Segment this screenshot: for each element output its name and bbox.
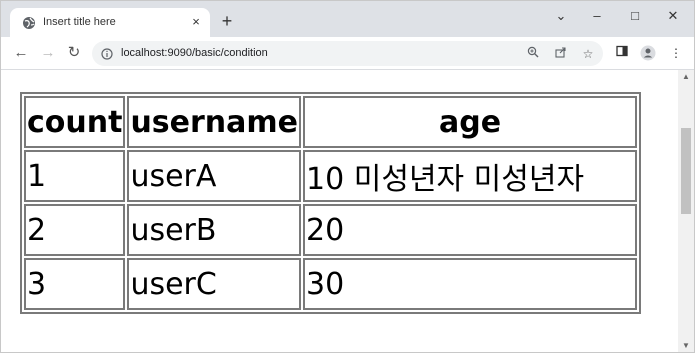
cell-username: userC	[127, 258, 302, 310]
scroll-down-icon[interactable]: ▼	[682, 341, 690, 350]
forward-icon: →	[40, 44, 56, 61]
close-window-button[interactable]: ✕	[661, 7, 685, 25]
scroll-up-icon[interactable]: ▲	[682, 72, 690, 81]
sidebar-icon[interactable]	[614, 45, 630, 61]
table-row: 1 userA 10 미성년자 미성년자	[24, 150, 638, 202]
cell-age: 30	[303, 258, 638, 310]
browser-window: Insert title here × + ⌄ – □ ✕ ← → ↻ loca…	[0, 0, 695, 353]
cell-age: 20	[303, 204, 638, 256]
zoom-icon[interactable]	[525, 46, 541, 62]
maximize-button[interactable]: □	[623, 7, 647, 25]
cell-count: 3	[24, 258, 126, 310]
reload-button[interactable]: ↻	[65, 44, 83, 62]
cell-username: userA	[127, 150, 302, 202]
new-tab-button[interactable]: +	[218, 12, 236, 30]
cell-count: 1	[24, 150, 126, 202]
back-icon: ←	[13, 44, 29, 61]
table-header-row: count username age	[24, 96, 638, 148]
url-text[interactable]: localhost:9090/basic/condition	[121, 47, 268, 59]
scrollbar-thumb[interactable]	[681, 128, 691, 214]
title-bar: Insert title here × + ⌄ – □ ✕	[1, 1, 694, 37]
info-icon[interactable]	[101, 47, 113, 60]
tab-close-button[interactable]: ×	[188, 14, 204, 30]
cell-username: userB	[127, 204, 302, 256]
profile-icon[interactable]	[640, 45, 656, 61]
browser-tab[interactable]: Insert title here ×	[10, 8, 210, 37]
browser-toolbar: ← → ↻ localhost:9090/basic/condition ☆ ⋮	[1, 37, 694, 70]
globe-icon	[22, 16, 36, 30]
forward-button[interactable]: →	[39, 44, 57, 62]
table-row: 3 userC 30	[24, 258, 638, 310]
header-username: username	[127, 96, 302, 148]
reload-icon: ↻	[67, 44, 81, 61]
table-row: 2 userB 20	[24, 204, 638, 256]
star-icon[interactable]: ☆	[580, 46, 596, 62]
minimize-button[interactable]: –	[585, 7, 609, 25]
cell-count: 2	[24, 204, 126, 256]
vertical-scrollbar[interactable]: ▲ ▼	[678, 70, 694, 352]
tab-title: Insert title here	[43, 16, 116, 28]
header-age: age	[303, 96, 638, 148]
share-icon[interactable]	[553, 46, 569, 62]
tab-search-button[interactable]: ⌄	[549, 7, 573, 25]
page-content: count username age 1 userA 10 미성년자 미성년자 …	[1, 70, 678, 352]
back-button[interactable]: ←	[12, 44, 30, 62]
cell-age: 10 미성년자 미성년자	[303, 150, 638, 202]
header-count: count	[24, 96, 126, 148]
menu-icon[interactable]: ⋮	[668, 45, 684, 61]
data-table: count username age 1 userA 10 미성년자 미성년자 …	[20, 92, 642, 314]
address-bar[interactable]: localhost:9090/basic/condition ☆	[92, 41, 603, 66]
